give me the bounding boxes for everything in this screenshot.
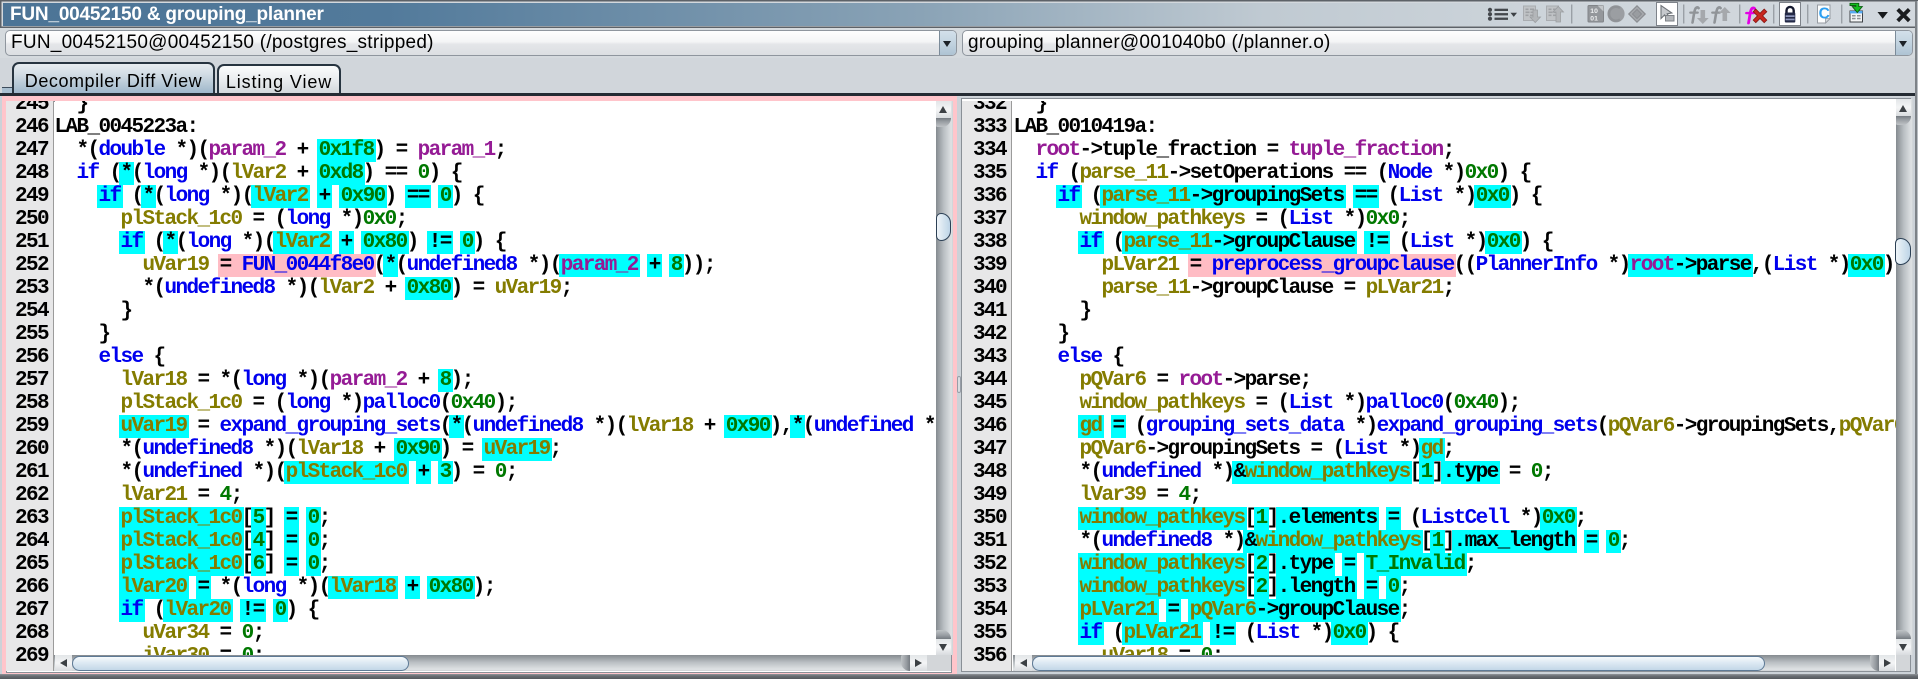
svg-text:C: C [1819, 6, 1830, 23]
svg-text:10: 10 [1590, 8, 1598, 15]
svg-text:01: 01 [1590, 16, 1598, 23]
